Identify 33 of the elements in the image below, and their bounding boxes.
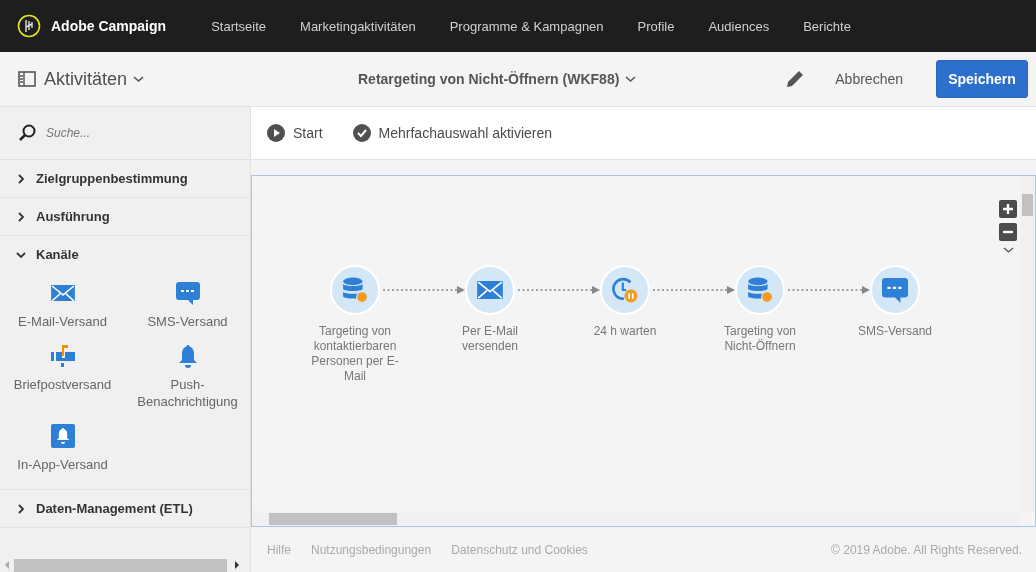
multiselect-button[interactable]: Mehrfachauswahl aktivieren: [352, 124, 553, 142]
node-label: Targeting von Nicht-Öffnern: [722, 324, 797, 354]
category-header[interactable]: Zielgruppenbestimmung: [0, 160, 250, 197]
node-label: SMS-Versand: [856, 324, 933, 339]
save-button[interactable]: Speichern: [936, 60, 1028, 98]
activity-item[interactable]: SMS-Versand: [132, 313, 243, 330]
nav-link[interactable]: Startseite: [211, 18, 267, 34]
category-label: Daten-Management (ETL): [36, 501, 193, 516]
category-header[interactable]: Kanäle: [0, 236, 250, 273]
nav-link[interactable]: Profile: [637, 18, 675, 34]
copyright-text: © 2019 Adobe. All Rights Reserved.: [831, 542, 1022, 557]
nav-link[interactable]: Audiences: [708, 18, 770, 34]
node-label: Per E-Mail versenden: [460, 324, 519, 354]
activity-item[interactable]: Push-Benachrichtigung: [132, 376, 243, 410]
nav-link[interactable]: Marketingaktivitäten: [300, 18, 416, 34]
category-label: Kanäle: [36, 247, 79, 262]
search-field[interactable]: Suche...: [44, 125, 228, 141]
activity-item[interactable]: Briefpostversand: [7, 376, 118, 393]
category-label: Ausführung: [36, 209, 110, 224]
category-label: Zielgruppenbestimmung: [36, 171, 188, 186]
category-header[interactable]: Daten-Management (ETL): [0, 490, 250, 527]
activity-item[interactable]: E-Mail-Versand: [7, 313, 118, 330]
nav-link[interactable]: Programme & Kampagnen: [449, 18, 604, 34]
activities-dropdown[interactable]: Aktivitäten: [44, 68, 145, 90]
node-label: 24 h warten: [592, 324, 658, 339]
start-button[interactable]: Start: [267, 124, 323, 142]
node-label: Targeting von kontaktierbaren Personen per E-Mail: [310, 324, 400, 384]
nav-link[interactable]: Berichte: [803, 18, 851, 34]
workflow-title[interactable]: Retargeting von Nicht-Öffnern (WKF88): [358, 71, 620, 87]
category-header[interactable]: Ausführung: [0, 198, 250, 235]
app-name: Adobe Campaign: [51, 18, 167, 34]
cancel-button[interactable]: Abbrechen: [829, 70, 909, 88]
activity-item[interactable]: In-App-Versand: [7, 456, 118, 473]
